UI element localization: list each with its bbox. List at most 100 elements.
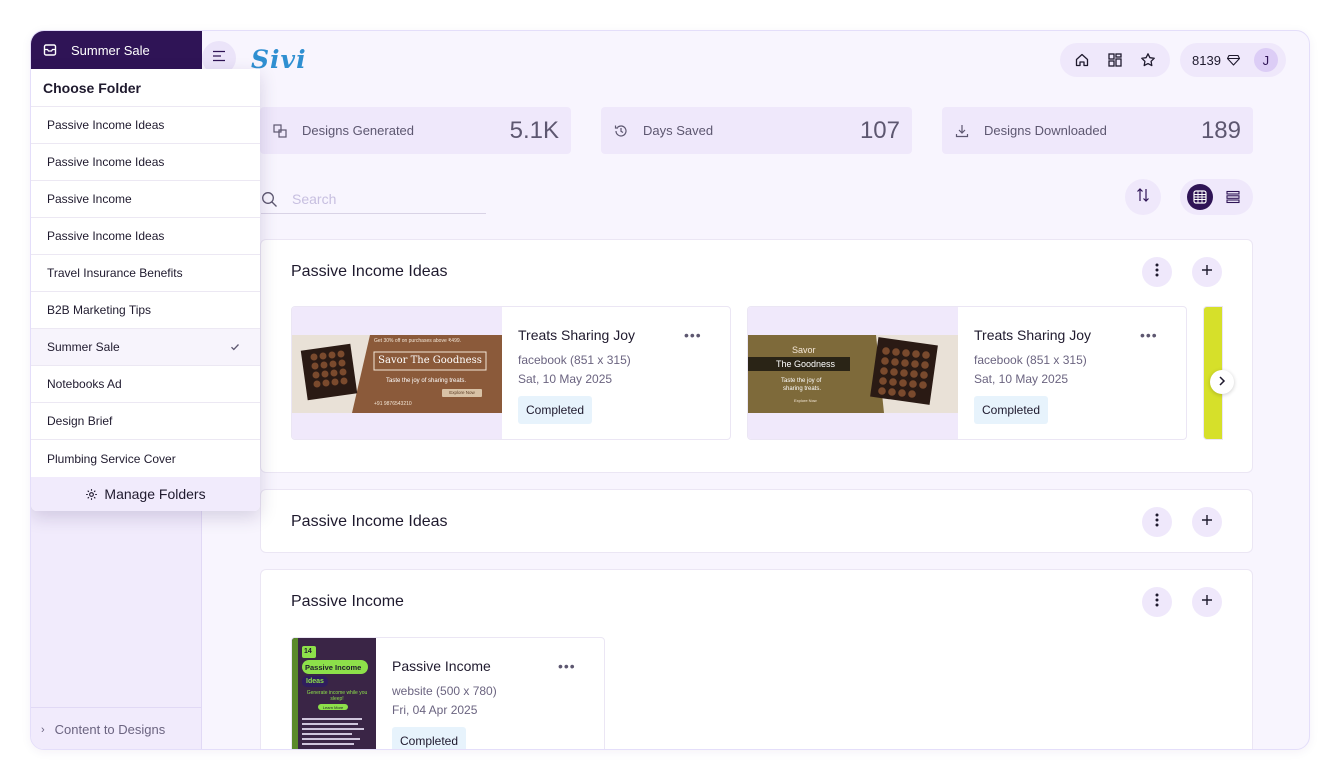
thumb-cta: Learn More [322,705,344,710]
carousel-next-button[interactable] [1210,370,1234,394]
card-date: Sat, 10 May 2025 [518,372,613,386]
folder-option[interactable]: Passive Income [31,181,260,218]
design-thumbnail: Get 30% off on purchases above ₹499. Sav… [292,307,502,439]
choose-folder-dropdown: Choose Folder Passive Income Ideas Passi… [31,69,260,511]
thumb-phone: +91 9876543210 [374,401,412,407]
plus-icon [1201,513,1213,531]
thumb-headline-line1: Savor [792,345,816,355]
thumb-tagline: Generate income while you sleep! [306,690,368,702]
status-badge: Completed [974,396,1049,424]
thumb-cta: Explore Now [794,398,817,403]
thumb-cta: Explore Now [449,390,475,395]
design-card[interactable]: 14 Passive Income Ideas Generate income … [291,637,605,749]
card-more-button[interactable]: ••• [684,327,702,343]
star-icon[interactable] [1137,49,1159,71]
archive-icon [43,43,57,57]
section-more-button[interactable] [1142,257,1172,287]
folder-section: Passive Income Ideas [260,489,1253,553]
card-format: facebook (851 x 315) [518,353,631,367]
plus-icon [1201,263,1213,281]
section-more-button[interactable] [1142,587,1172,617]
content-to-designs-link[interactable]: › Content to Designs [31,707,202,749]
folder-option[interactable]: Passive Income Ideas [31,144,260,181]
section-title: Passive Income Ideas [291,513,448,530]
stat-designs-downloaded: Designs Downloaded 189 [942,107,1253,154]
more-vertical-icon [1155,513,1159,532]
stat-value: 5.1K [509,116,559,144]
search-icon [261,191,278,208]
list-view-icon[interactable] [1220,184,1246,210]
folder-selector-button[interactable]: Summer Sale [31,31,202,69]
card-title: Treats Sharing Joy [974,327,1091,343]
thumb-promo-text: Get 30% off on purchases above ₹499. [374,338,462,344]
folder-option[interactable]: Notebooks Ad [31,366,260,403]
thumb-headline: Savor The Goodness [378,355,482,366]
designs-icon [272,123,288,139]
folder-option[interactable]: B2B Marketing Tips [31,292,260,329]
status-badge: Completed [518,396,593,424]
thumb-tagline-line1: Taste the joy of [781,378,822,384]
more-horizontal-icon: ••• [684,327,702,343]
search-bar [261,185,486,214]
card-date: Fri, 04 Apr 2025 [392,703,478,717]
card-title: Treats Sharing Joy [518,327,635,343]
plus-icon [1201,593,1213,611]
card-more-button[interactable]: ••• [558,658,576,674]
history-icon [613,123,629,139]
stat-days-saved: Days Saved 107 [601,107,912,154]
content-to-designs-label: Content to Designs [54,722,166,737]
section-add-button[interactable] [1192,257,1222,287]
dropdown-title: Choose Folder [31,69,260,107]
home-icon[interactable] [1071,49,1093,71]
section-title: Passive Income Ideas [291,263,448,280]
menu-icon [212,49,226,67]
folder-option[interactable]: Plumbing Service Cover [31,440,260,477]
design-card[interactable]: Get 30% off on purchases above ₹499. Sav… [291,306,731,440]
folder-option[interactable]: Passive Income Ideas [31,218,260,255]
thumb-tagline-line2: sharing treats. [783,386,822,392]
card-format: facebook (851 x 315) [974,353,1087,367]
grid-view-icon[interactable] [1187,184,1214,210]
folder-option[interactable]: Design Brief [31,403,260,440]
manage-folders-button[interactable]: Manage Folders [31,477,260,511]
view-toggle [1180,179,1253,215]
card-date: Sat, 10 May 2025 [974,372,1069,386]
chevron-right-icon: › [41,723,45,736]
stat-value: 107 [859,116,900,144]
stat-value: 189 [1200,116,1241,144]
more-horizontal-icon: ••• [1140,327,1158,343]
design-thumbnail: 14 Passive Income Ideas Generate income … [292,638,376,749]
section-add-button[interactable] [1192,507,1222,537]
check-icon [228,340,242,354]
current-folder-label: Summer Sale [71,42,150,58]
card-more-button[interactable]: ••• [1140,327,1158,343]
folder-option[interactable]: Passive Income Ideas [31,107,260,144]
grid-icon[interactable] [1104,49,1126,71]
card-format: website (500 x 780) [392,684,497,698]
folder-section: Passive Income 14 Passive Income Ideas G… [260,569,1253,749]
design-thumbnail: Savor The Goodness Taste the joy of shar… [748,307,958,439]
section-add-button[interactable] [1192,587,1222,617]
avatar[interactable]: J [1253,48,1278,72]
design-card[interactable]: Savor The Goodness Taste the joy of shar… [747,306,1187,440]
search-input[interactable] [292,191,472,207]
folder-option[interactable]: Travel Insurance Benefits [31,255,260,292]
stat-designs-generated: Designs Generated 5.1K [260,107,571,154]
download-icon [954,123,970,139]
app-window: Summer Sale › Content to Designs Choose … [30,30,1310,750]
status-badge: Completed [392,727,467,749]
section-title: Passive Income [291,593,404,610]
manage-folders-label: Manage Folders [104,486,206,502]
credits-pill[interactable]: 8139 J [1180,43,1286,77]
sort-button[interactable] [1125,179,1161,215]
thumb-number: 14 [304,648,312,655]
nav-icon-group [1060,43,1170,77]
folder-option-selected[interactable]: Summer Sale [31,329,260,366]
chevron-right-icon [1218,373,1226,391]
sort-icon [1136,187,1150,208]
more-vertical-icon [1155,263,1159,282]
diamond-icon [1226,54,1240,66]
thumb-tagline: Taste the joy of sharing treats. [386,378,467,384]
thumb-headline-line1: Passive Income [305,663,362,672]
section-more-button[interactable] [1142,507,1172,537]
